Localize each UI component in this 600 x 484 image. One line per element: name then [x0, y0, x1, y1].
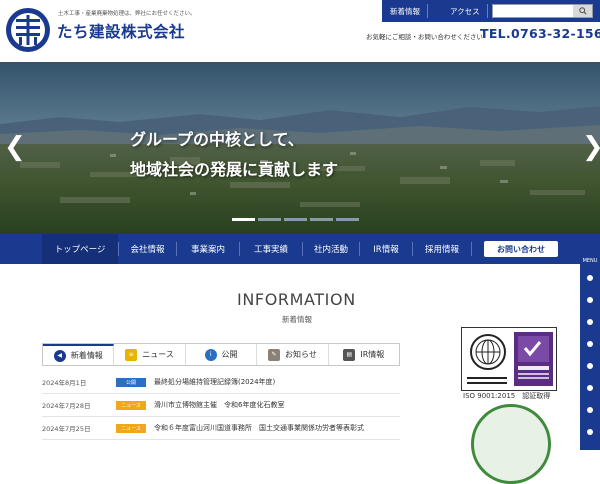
tab-ir[interactable]: ▤ IR情報	[329, 344, 399, 365]
tab-notice[interactable]: ✎ お知らせ	[257, 344, 329, 365]
topnav-divider	[427, 4, 428, 18]
news-row[interactable]: 2024年8月1日 公開 最終処分場維持管理記録簿(2024年度)	[42, 374, 275, 390]
news-date: 2024年7月28日	[42, 402, 91, 410]
tab-news[interactable]: ≡ ニュース	[114, 344, 186, 365]
topnav-access-link[interactable]: アクセス	[450, 6, 480, 17]
info-title: INFORMATION	[237, 290, 356, 309]
side-menu-dot[interactable]	[587, 297, 593, 303]
slider-indicators	[232, 218, 359, 221]
slider-prev-arrow-icon[interactable]: ❮	[4, 134, 26, 160]
tab-latest[interactable]: ◀ 新着情報	[43, 344, 115, 365]
slider-dot[interactable]	[284, 218, 307, 221]
side-menu-dot[interactable]	[587, 385, 593, 391]
info-icon: i	[204, 348, 217, 361]
tab-label: お知らせ	[285, 350, 317, 359]
slider-dot[interactable]	[336, 218, 359, 221]
search-icon	[578, 7, 587, 15]
megaphone-icon: ◀	[53, 349, 66, 362]
nav-item-recruit[interactable]: 採用情報	[413, 234, 471, 264]
iso-certification-logo[interactable]	[461, 327, 557, 391]
side-menu-dot[interactable]	[587, 275, 593, 281]
topnav-news-link[interactable]: 新着情報	[390, 6, 420, 17]
nav-item-ir[interactable]: IR情報	[360, 234, 412, 264]
info-tabs: ◀ 新着情報 ≡ ニュース i 公開 ✎ お知らせ ▤ IR情報	[42, 343, 400, 366]
site-header: 土木工事・産業廃棄物処理は、弊社にお任せください。 たち建設株式会社 新着情報 …	[0, 0, 600, 62]
nav-item-company[interactable]: 会社情報	[119, 234, 176, 264]
news-row[interactable]: 2024年7月25日 ニュース 令和６年度富山河川国道事務所 国土交通事業関係功…	[42, 420, 364, 436]
ir-icon: ▤	[343, 348, 356, 361]
side-menu-dot[interactable]	[587, 341, 593, 347]
nav-item-activities[interactable]: 社内活動	[303, 234, 359, 264]
news-category-badge: 公開	[116, 377, 146, 387]
tagline: 土木工事・産業廃棄物処理は、弊社にお任せください。	[58, 11, 196, 17]
side-menu-dot[interactable]	[587, 407, 593, 413]
hero-slider: グループの中核として、 地域社会の発展に貢献します ❮ ❯	[0, 62, 600, 234]
slider-dot[interactable]	[232, 218, 255, 221]
slider-next-arrow-icon[interactable]: ❯	[582, 134, 600, 160]
tab-label: 新着情報	[70, 351, 103, 360]
side-menu-label: MENU	[582, 258, 598, 264]
news-icon: ≡	[125, 348, 138, 361]
slider-dot[interactable]	[258, 218, 281, 221]
slider-dot[interactable]	[310, 218, 333, 221]
row-divider	[42, 416, 400, 417]
news-title[interactable]: 滑川市立博物館主催 令和6年度化石教室	[154, 400, 284, 410]
nav-item-works[interactable]: 工事実績	[240, 234, 302, 264]
side-menu-dot[interactable]	[587, 319, 593, 325]
row-divider	[42, 439, 400, 440]
info-subtitle: 新着情報	[282, 315, 312, 324]
news-category-badge: ニュース	[116, 400, 146, 410]
side-menu-dot[interactable]	[587, 363, 593, 369]
iso-caption: ISO 9001:2015 認証取得	[463, 392, 551, 400]
certification-marks-icon	[467, 332, 553, 386]
tab-public[interactable]: i 公開	[186, 344, 258, 365]
nav-item-business[interactable]: 事業案内	[177, 234, 239, 264]
tab-label: ニュース	[142, 350, 174, 359]
hero-headline-1: グループの中核として、	[130, 130, 304, 149]
news-category-badge: ニュース	[116, 423, 146, 433]
tab-label: 公開	[221, 350, 238, 359]
search-input[interactable]	[493, 5, 573, 17]
phone-number[interactable]: TEL.0763-32-1565	[480, 26, 600, 41]
news-row[interactable]: 2024年7月28日 ニュース 滑川市立博物館主催 令和6年度化石教室	[42, 397, 284, 413]
row-divider	[42, 393, 400, 394]
news-title[interactable]: 令和６年度富山河川国道事務所 国土交通事業関係功労者等表彰式	[154, 423, 364, 433]
tab-label: IR情報	[360, 350, 385, 359]
contact-text: お気軽にご相談・お問い合わせください	[366, 33, 483, 41]
eco-certification-logo-icon[interactable]	[471, 404, 551, 484]
hero-headline-2: 地域社会の発展に貢献します	[130, 160, 339, 179]
news-date: 2024年8月1日	[42, 379, 87, 387]
notice-icon: ✎	[268, 348, 280, 361]
side-menu[interactable]: MENU	[580, 250, 600, 450]
company-logo-icon[interactable]	[5, 7, 51, 53]
company-name[interactable]: たち建設株式会社	[57, 20, 185, 42]
search-box	[492, 4, 593, 18]
topnav-divider	[487, 4, 488, 18]
inquiry-button[interactable]: お問い合わせ	[484, 241, 558, 257]
news-title[interactable]: 最終処分場維持管理記録簿(2024年度)	[154, 377, 275, 387]
nav-divider	[471, 242, 472, 256]
news-date: 2024年7月25日	[42, 425, 91, 433]
search-button[interactable]	[573, 5, 592, 17]
side-menu-dot[interactable]	[587, 429, 593, 435]
nav-item-top[interactable]: トップページ	[42, 234, 118, 264]
